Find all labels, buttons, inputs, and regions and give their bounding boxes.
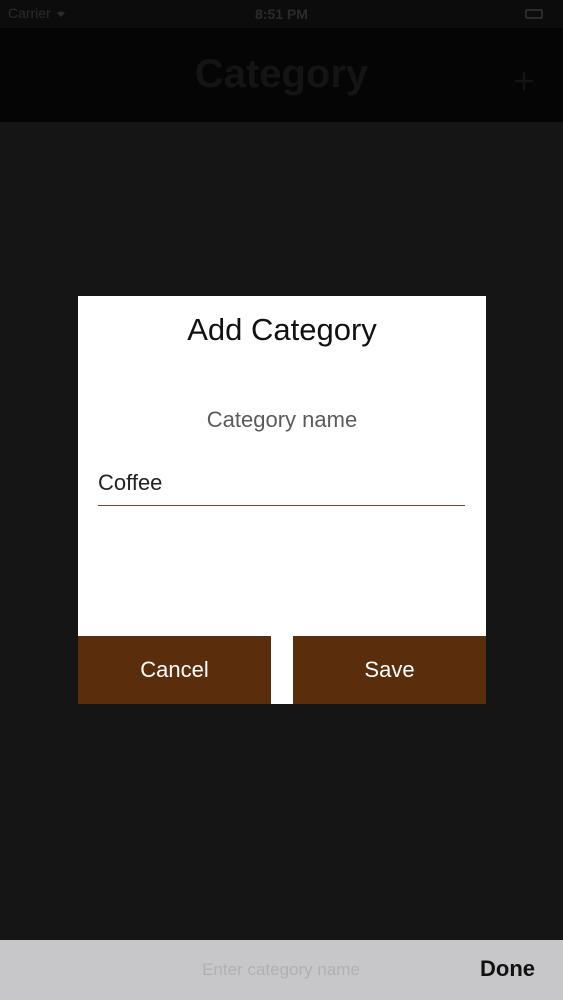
status-time: 8:51 PM <box>255 6 308 22</box>
save-button[interactable]: Save <box>293 636 486 704</box>
nav-bar: Category <box>0 28 563 122</box>
dialog-title: Add Category <box>187 312 377 347</box>
screen: Carrier 8:51 PM Category Add Category Ca… <box>0 0 563 1000</box>
category-name-label: Category name <box>206 407 358 432</box>
category-name-input[interactable] <box>98 460 465 506</box>
cancel-button[interactable]: Cancel <box>78 636 271 704</box>
status-bar: Carrier 8:51 PM <box>0 0 563 28</box>
accessory-input[interactable] <box>150 954 412 986</box>
keyboard-accessory-bar: Done <box>0 940 563 1000</box>
add-category-dialog: Add Category Category name Cancel Save <box>78 296 486 704</box>
battery-icon <box>525 9 543 19</box>
done-button[interactable]: Done <box>480 956 535 982</box>
page-title: Category <box>194 52 369 96</box>
plus-icon[interactable] <box>513 70 535 92</box>
